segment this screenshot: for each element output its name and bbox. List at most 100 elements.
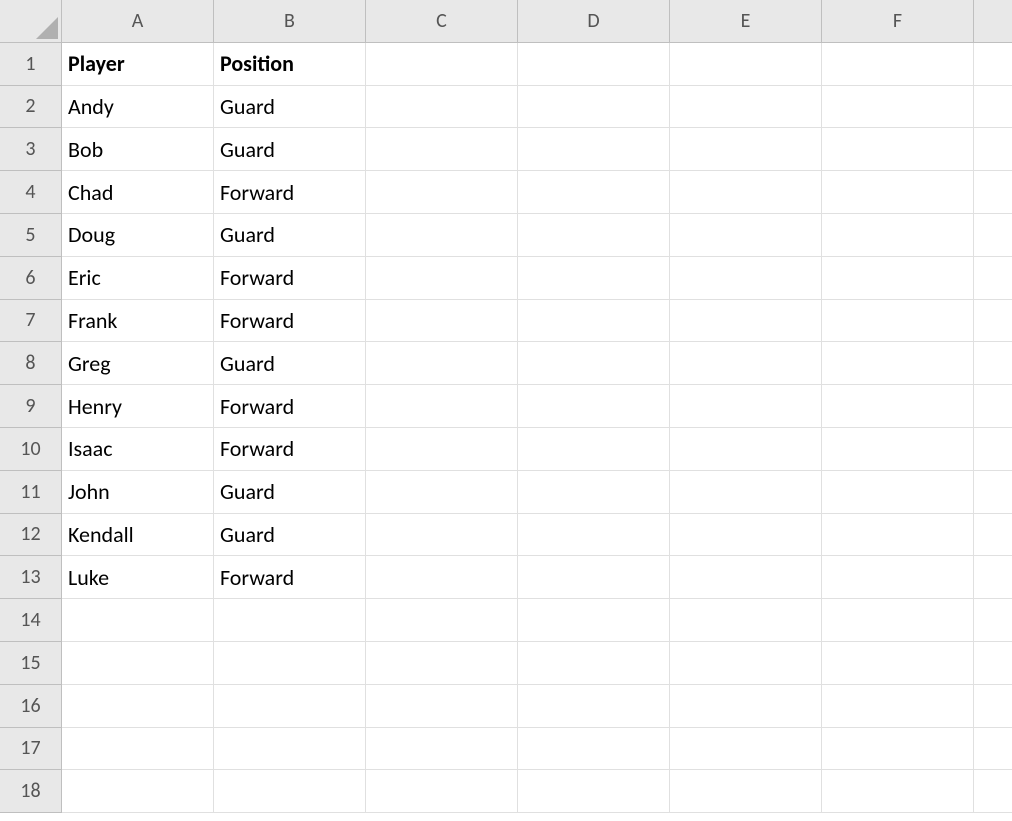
cell-A8[interactable]: Greg [62, 342, 214, 385]
cell-D8[interactable] [518, 342, 670, 385]
cell-G9[interactable] [974, 385, 1012, 428]
cell-A12[interactable]: Kendall [62, 514, 214, 557]
cell-C2[interactable] [366, 86, 518, 129]
cell-B6[interactable]: Forward [214, 257, 366, 300]
row-header-4[interactable]: 4 [0, 171, 62, 214]
row-header-15[interactable]: 15 [0, 642, 62, 685]
cell-D13[interactable] [518, 556, 670, 599]
cell-E3[interactable] [670, 128, 822, 171]
cell-F11[interactable] [822, 471, 974, 514]
cell-A2[interactable]: Andy [62, 86, 214, 129]
spreadsheet-grid[interactable]: A B C D E F 1 Player Position 2 Andy Gua… [0, 0, 1012, 813]
col-header-E[interactable]: E [670, 0, 822, 43]
cell-A15[interactable] [62, 642, 214, 685]
cell-D6[interactable] [518, 257, 670, 300]
cell-D11[interactable] [518, 471, 670, 514]
col-header-F[interactable]: F [822, 0, 974, 43]
cell-A18[interactable] [62, 770, 214, 813]
cell-B9[interactable]: Forward [214, 385, 366, 428]
row-header-6[interactable]: 6 [0, 257, 62, 300]
cell-F13[interactable] [822, 556, 974, 599]
cell-E13[interactable] [670, 556, 822, 599]
cell-E8[interactable] [670, 342, 822, 385]
cell-A14[interactable] [62, 599, 214, 642]
cell-D17[interactable] [518, 728, 670, 771]
cell-D1[interactable] [518, 43, 670, 86]
row-header-3[interactable]: 3 [0, 128, 62, 171]
cell-B14[interactable] [214, 599, 366, 642]
row-header-10[interactable]: 10 [0, 428, 62, 471]
col-header-A[interactable]: A [62, 0, 214, 43]
cell-E12[interactable] [670, 514, 822, 557]
cell-D12[interactable] [518, 514, 670, 557]
cell-E5[interactable] [670, 214, 822, 257]
cell-G7[interactable] [974, 300, 1012, 343]
cell-C6[interactable] [366, 257, 518, 300]
col-header-B[interactable]: B [214, 0, 366, 43]
cell-A9[interactable]: Henry [62, 385, 214, 428]
cell-F3[interactable] [822, 128, 974, 171]
cell-F9[interactable] [822, 385, 974, 428]
cell-D7[interactable] [518, 300, 670, 343]
cell-E11[interactable] [670, 471, 822, 514]
cell-A16[interactable] [62, 685, 214, 728]
cell-A4[interactable]: Chad [62, 171, 214, 214]
cell-C14[interactable] [366, 599, 518, 642]
cell-C3[interactable] [366, 128, 518, 171]
cell-E2[interactable] [670, 86, 822, 129]
cell-B5[interactable]: Guard [214, 214, 366, 257]
cell-B1[interactable]: Position [214, 43, 366, 86]
cell-F15[interactable] [822, 642, 974, 685]
row-header-13[interactable]: 13 [0, 556, 62, 599]
cell-B2[interactable]: Guard [214, 86, 366, 129]
cell-F1[interactable] [822, 43, 974, 86]
row-header-1[interactable]: 1 [0, 43, 62, 86]
cell-G1[interactable] [974, 43, 1012, 86]
cell-F2[interactable] [822, 86, 974, 129]
row-header-5[interactable]: 5 [0, 214, 62, 257]
cell-B17[interactable] [214, 728, 366, 771]
cell-C1[interactable] [366, 43, 518, 86]
row-header-16[interactable]: 16 [0, 685, 62, 728]
cell-D10[interactable] [518, 428, 670, 471]
cell-A1[interactable]: Player [62, 43, 214, 86]
cell-E10[interactable] [670, 428, 822, 471]
cell-B18[interactable] [214, 770, 366, 813]
cell-A3[interactable]: Bob [62, 128, 214, 171]
cell-F4[interactable] [822, 171, 974, 214]
row-header-14[interactable]: 14 [0, 599, 62, 642]
cell-D14[interactable] [518, 599, 670, 642]
cell-E7[interactable] [670, 300, 822, 343]
cell-F10[interactable] [822, 428, 974, 471]
cell-D5[interactable] [518, 214, 670, 257]
cell-G5[interactable] [974, 214, 1012, 257]
row-header-18[interactable]: 18 [0, 770, 62, 813]
cell-A13[interactable]: Luke [62, 556, 214, 599]
row-header-7[interactable]: 7 [0, 300, 62, 343]
cell-D2[interactable] [518, 86, 670, 129]
cell-C8[interactable] [366, 342, 518, 385]
cell-A7[interactable]: Frank [62, 300, 214, 343]
cell-F12[interactable] [822, 514, 974, 557]
cell-B10[interactable]: Forward [214, 428, 366, 471]
cell-C12[interactable] [366, 514, 518, 557]
cell-E18[interactable] [670, 770, 822, 813]
cell-E15[interactable] [670, 642, 822, 685]
row-header-11[interactable]: 11 [0, 471, 62, 514]
cell-C18[interactable] [366, 770, 518, 813]
cell-B13[interactable]: Forward [214, 556, 366, 599]
cell-C17[interactable] [366, 728, 518, 771]
cell-G6[interactable] [974, 257, 1012, 300]
row-header-2[interactable]: 2 [0, 86, 62, 129]
row-header-12[interactable]: 12 [0, 514, 62, 557]
cell-G16[interactable] [974, 685, 1012, 728]
cell-G4[interactable] [974, 171, 1012, 214]
cell-C7[interactable] [366, 300, 518, 343]
cell-E1[interactable] [670, 43, 822, 86]
cell-G8[interactable] [974, 342, 1012, 385]
cell-D4[interactable] [518, 171, 670, 214]
cell-B16[interactable] [214, 685, 366, 728]
cell-C9[interactable] [366, 385, 518, 428]
cell-G12[interactable] [974, 514, 1012, 557]
cell-A17[interactable] [62, 728, 214, 771]
